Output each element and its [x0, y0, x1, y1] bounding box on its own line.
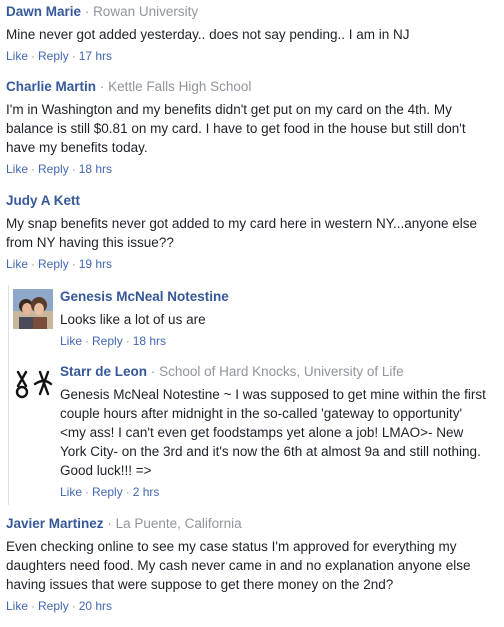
- timestamp-link[interactable]: 18 hrs: [79, 162, 112, 176]
- reply-link[interactable]: Reply: [92, 485, 123, 499]
- separator-dot: ·: [71, 49, 76, 63]
- comment-author-link[interactable]: Starr de Leon: [60, 364, 147, 379]
- comment-text: Mine never got added yesterday.. does no…: [6, 27, 410, 42]
- like-link[interactable]: Like: [6, 257, 28, 271]
- timestamp-link[interactable]: 17 hrs: [79, 49, 112, 63]
- comment-header: Dawn Marie · Rowan University: [6, 3, 496, 21]
- comment-header: Judy A Kett: [6, 192, 496, 210]
- reply-link[interactable]: Reply: [92, 334, 123, 348]
- comment-header: Javier Martinez · La Puente, California: [6, 515, 496, 533]
- avatar[interactable]: [13, 364, 53, 404]
- comment-text: Looks like a lot of us are: [60, 312, 206, 327]
- separator-dot: ·: [84, 4, 90, 19]
- comment-actions: Like · Reply · 2 hrs: [60, 484, 490, 500]
- avatar[interactable]: [13, 289, 53, 329]
- reply-thread-line: [8, 285, 9, 505]
- comment-actions: Like · Reply · 19 hrs: [6, 256, 496, 272]
- separator-dot: ·: [150, 364, 156, 379]
- reply-comment: Genesis McNeal Notestine Looks like a lo…: [60, 288, 490, 349]
- separator-dot: ·: [125, 485, 130, 499]
- like-link[interactable]: Like: [6, 599, 28, 613]
- reply-link[interactable]: Reply: [38, 257, 69, 271]
- comment-header: Charlie Martin · Kettle Falls High Schoo…: [6, 78, 496, 96]
- reply-link[interactable]: Reply: [38, 162, 69, 176]
- author-affiliation: Kettle Falls High School: [108, 79, 252, 94]
- author-affiliation: School of Hard Knocks, University of Lif…: [159, 364, 404, 379]
- timestamp-link[interactable]: 19 hrs: [79, 257, 112, 271]
- comment: Javier Martinez · La Puente, California …: [0, 515, 496, 614]
- comment-author-link[interactable]: Dawn Marie: [6, 4, 81, 19]
- reply-link[interactable]: Reply: [38, 49, 69, 63]
- comment-header: Genesis McNeal Notestine: [60, 288, 490, 306]
- separator-dot: ·: [125, 334, 130, 348]
- comment-text: Even checking online to see my case stat…: [6, 539, 471, 592]
- separator-dot: ·: [31, 162, 36, 176]
- separator-dot: ·: [31, 599, 36, 613]
- comment-author-link[interactable]: Charlie Martin: [6, 79, 96, 94]
- author-affiliation: La Puente, California: [115, 516, 242, 531]
- separator-dot: ·: [71, 162, 76, 176]
- comment-text: My snap benefits never got added to my c…: [6, 216, 478, 250]
- separator-dot: ·: [31, 49, 36, 63]
- separator-dot: ·: [71, 599, 76, 613]
- comment-author-link[interactable]: Genesis McNeal Notestine: [60, 289, 229, 304]
- comment-text: Genesis McNeal Notestine ~ I was suppose…: [60, 387, 486, 478]
- separator-dot: ·: [99, 79, 105, 94]
- reply-link[interactable]: Reply: [38, 599, 69, 613]
- comment-actions: Like · Reply · 20 hrs: [6, 598, 496, 614]
- timestamp-link[interactable]: 18 hrs: [133, 334, 166, 348]
- comment: Dawn Marie · Rowan University Mine never…: [0, 3, 496, 64]
- symbol-logo-icon: [13, 364, 53, 404]
- like-link[interactable]: Like: [60, 334, 82, 348]
- couple-photo-icon: [13, 289, 53, 329]
- comment-author-link[interactable]: Judy A Kett: [6, 193, 80, 208]
- comment-actions: Like · Reply · 17 hrs: [6, 48, 496, 64]
- comment: Judy A Kett My snap benefits never got a…: [0, 192, 496, 272]
- comment-text: I'm in Washington and my benefits didn't…: [6, 102, 466, 155]
- separator-dot: ·: [107, 516, 112, 531]
- separator-dot: ·: [85, 334, 90, 348]
- comment: Charlie Martin · Kettle Falls High Schoo…: [0, 78, 496, 177]
- separator-dot: ·: [71, 257, 76, 271]
- comment-author-link[interactable]: Javier Martinez: [6, 516, 104, 531]
- comment-thread: Dawn Marie · Rowan University Mine never…: [0, 0, 504, 627]
- reply-comment: Starr de Leon · School of Hard Knocks, U…: [60, 363, 490, 500]
- author-affiliation: Rowan University: [93, 4, 199, 19]
- timestamp-link[interactable]: 20 hrs: [79, 599, 112, 613]
- like-link[interactable]: Like: [6, 49, 28, 63]
- separator-dot: ·: [85, 485, 90, 499]
- comment-header: Starr de Leon · School of Hard Knocks, U…: [60, 363, 490, 381]
- separator-dot: ·: [31, 257, 36, 271]
- like-link[interactable]: Like: [6, 162, 28, 176]
- comment-actions: Like · Reply · 18 hrs: [60, 333, 490, 349]
- comment-actions: Like · Reply · 18 hrs: [6, 161, 496, 177]
- timestamp-link[interactable]: 2 hrs: [133, 485, 160, 499]
- like-link[interactable]: Like: [60, 485, 82, 499]
